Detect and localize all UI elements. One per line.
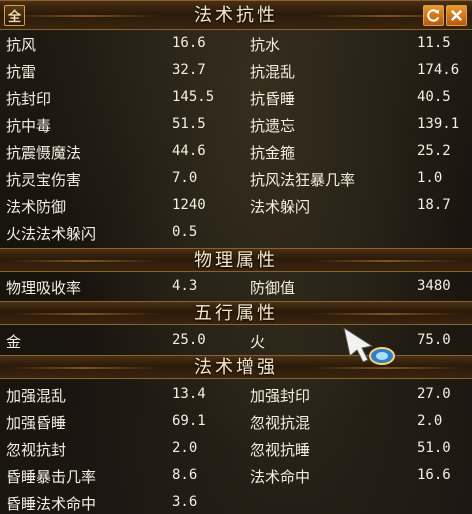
- section-header-five-elements: 五行属性: [0, 301, 472, 325]
- stat-label: 抗遗忘: [250, 117, 296, 135]
- stat-value: 44.6: [172, 143, 206, 159]
- stat-label: 法术防御: [6, 198, 67, 216]
- stat-value: 75.0: [417, 332, 451, 348]
- stat-label: 火: [250, 333, 266, 351]
- stat-value: 1.0: [417, 170, 443, 186]
- game-cursor-icon: [343, 326, 395, 365]
- stat-label: 防御值: [250, 279, 296, 297]
- stat-label: 加强昏睡: [6, 414, 67, 432]
- stat-row: 抗风 16.6 抗水 11.5: [0, 30, 472, 57]
- stat-row: 法术防御 1240 法术躲闪 18.7: [0, 192, 472, 219]
- stat-value: 32.7: [172, 62, 206, 78]
- stat-label: 抗金箍: [250, 144, 296, 162]
- stat-row: 昏睡法术命中 3.6: [0, 489, 472, 514]
- stat-value: 3480: [417, 278, 451, 294]
- refresh-icon: [427, 9, 440, 22]
- stat-row: 加强昏睡 69.1 忽视抗混 2.0: [0, 408, 472, 435]
- stat-value: 2.0: [172, 440, 198, 456]
- stat-label: 抗风法狂暴几率: [250, 171, 356, 189]
- show-all-button[interactable]: 全: [4, 5, 25, 26]
- stat-label: 物理吸收率: [6, 279, 82, 297]
- stat-value: 8.6: [172, 467, 198, 483]
- stat-row: 忽视抗封 2.0 忽视抗睡 51.0: [0, 435, 472, 462]
- stat-value: 174.6: [417, 62, 460, 78]
- stat-value: 69.1: [172, 413, 206, 429]
- section-header-magic-resistance: 法术抗性 全: [0, 0, 472, 30]
- stat-row: 火法法术躲闪 0.5: [0, 219, 472, 246]
- stat-row: 昏睡暴击几率 8.6 法术命中 16.6: [0, 462, 472, 489]
- close-button[interactable]: [446, 5, 467, 26]
- stat-row: 金 25.0 火 75.0: [0, 327, 472, 354]
- section-header-magic-enhance: 法术增强: [0, 355, 472, 379]
- stat-value: 139.1: [417, 116, 460, 132]
- header-ornament: [10, 367, 160, 369]
- stat-row: 抗封印 145.5 抗昏睡 40.5: [0, 84, 472, 111]
- stat-label: 抗中毒: [6, 117, 52, 135]
- stat-label: 加强封印: [250, 387, 311, 405]
- stat-value: 0.5: [172, 224, 198, 240]
- stat-value: 3.6: [172, 494, 198, 510]
- stat-value: 145.5: [172, 89, 215, 105]
- stat-label: 加强混乱: [6, 387, 67, 405]
- stat-row: 抗雷 32.7 抗混乱 174.6: [0, 57, 472, 84]
- stat-value: 13.4: [172, 386, 206, 402]
- header-ornament: [312, 313, 462, 315]
- stat-label: 忽视抗封: [6, 441, 67, 459]
- stat-value: 51.5: [172, 116, 206, 132]
- stat-label: 昏睡暴击几率: [6, 468, 97, 486]
- header-ornament: [10, 15, 160, 17]
- close-icon: [451, 10, 462, 21]
- header-ornament: [312, 260, 462, 262]
- stat-row: 加强混乱 13.4 加强封印 27.0: [0, 381, 472, 408]
- header-ornament: [10, 260, 160, 262]
- stat-value: 11.5: [417, 35, 451, 51]
- stat-label: 火法法术躲闪: [6, 225, 97, 243]
- attribute-panel: 法术抗性 全 抗风 16.6 抗水 11.5 抗雷 32.7 抗混乱 174.6…: [0, 0, 472, 514]
- section-header-physical: 物理属性: [0, 248, 472, 272]
- refresh-button[interactable]: [423, 5, 444, 26]
- stat-label: 法术命中: [250, 468, 311, 486]
- stat-label: 抗混乱: [250, 63, 296, 81]
- stat-value: 4.3: [172, 278, 198, 294]
- stat-row: 抗灵宝伤害 7.0 抗风法狂暴几率 1.0: [0, 165, 472, 192]
- stat-value: 51.0: [417, 440, 451, 456]
- stat-label: 金: [6, 333, 22, 351]
- stat-label: 抗雷: [6, 63, 37, 81]
- stat-value: 18.7: [417, 197, 451, 213]
- stat-value: 27.0: [417, 386, 451, 402]
- stat-value: 25.2: [417, 143, 451, 159]
- stat-value: 25.0: [172, 332, 206, 348]
- stat-label: 忽视抗睡: [250, 441, 311, 459]
- stat-label: 抗灵宝伤害: [6, 171, 82, 189]
- stat-row: 抗中毒 51.5 抗遗忘 139.1: [0, 111, 472, 138]
- stat-label: 忽视抗混: [250, 414, 311, 432]
- stat-value: 2.0: [417, 413, 443, 429]
- stat-label: 抗震慑魔法: [6, 144, 82, 162]
- stat-value: 16.6: [172, 35, 206, 51]
- stat-label: 抗昏睡: [250, 90, 296, 108]
- stat-value: 1240: [172, 197, 206, 213]
- stat-value: 40.5: [417, 89, 451, 105]
- stat-value: 16.6: [417, 467, 451, 483]
- stat-row: 抗震慑魔法 44.6 抗金箍 25.2: [0, 138, 472, 165]
- stat-label: 法术躲闪: [250, 198, 311, 216]
- stat-label: 抗封印: [6, 90, 52, 108]
- stat-label: 昏睡法术命中: [6, 495, 97, 513]
- header-ornament: [10, 313, 160, 315]
- stat-row: 物理吸收率 4.3 防御值 3480: [0, 273, 472, 300]
- stat-label: 抗风: [6, 36, 37, 54]
- stat-label: 抗水: [250, 36, 281, 54]
- stat-value: 7.0: [172, 170, 198, 186]
